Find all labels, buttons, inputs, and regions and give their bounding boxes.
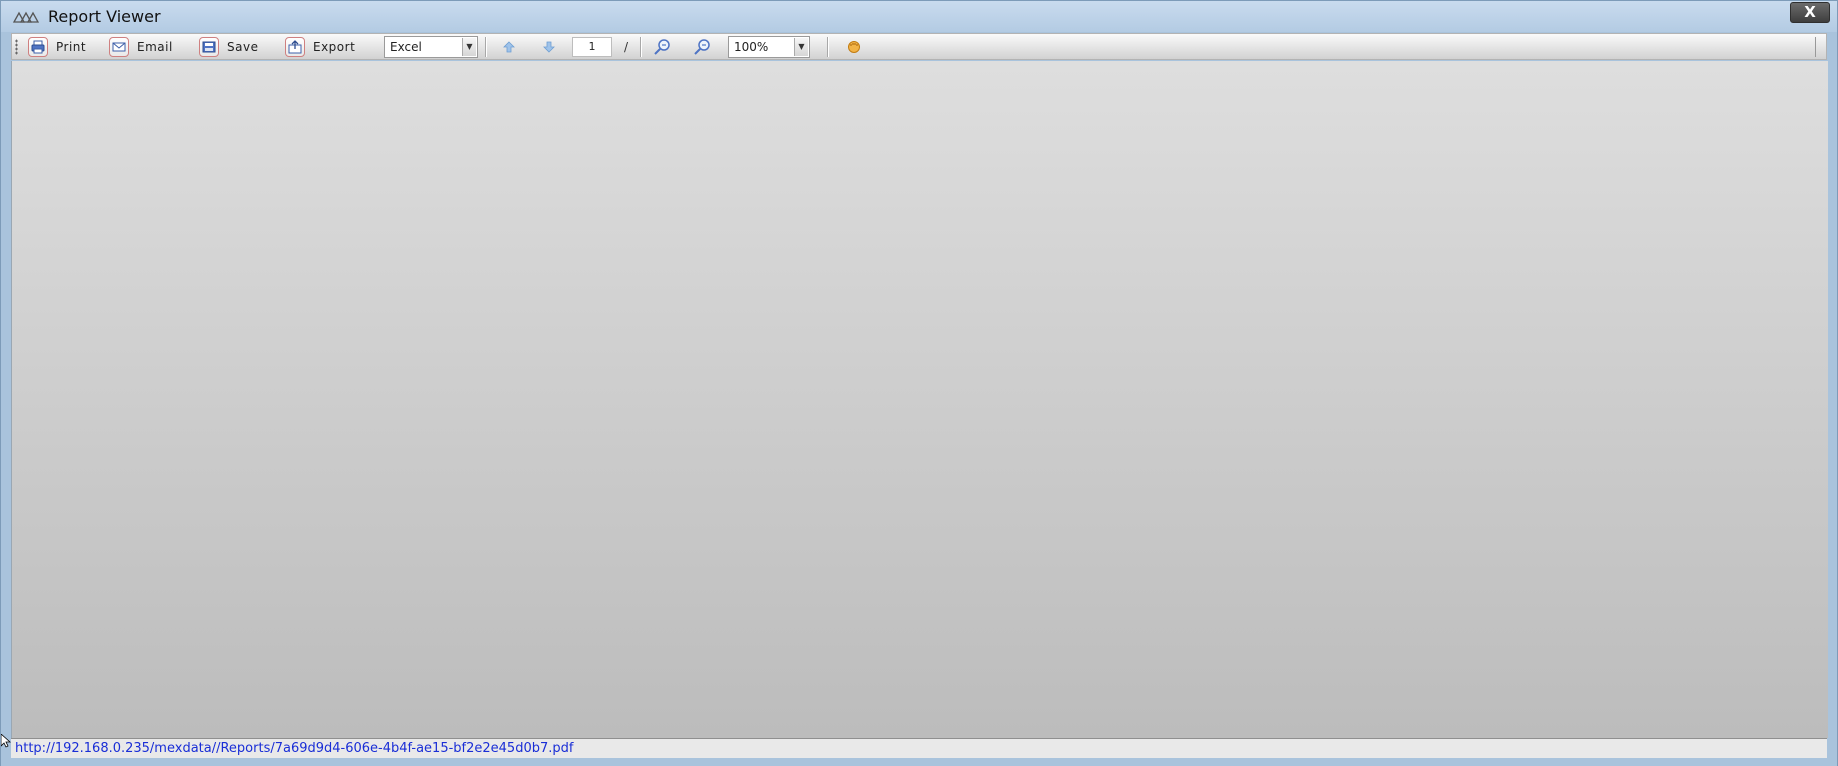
export-format-select[interactable]: Excel ▼ bbox=[384, 36, 478, 58]
pan-button[interactable] bbox=[844, 37, 864, 57]
print-button[interactable]: Print bbox=[28, 36, 86, 58]
page-separator: / bbox=[624, 40, 629, 54]
email-button[interactable]: Email bbox=[109, 36, 173, 58]
next-page-button[interactable] bbox=[539, 37, 559, 57]
export-icon bbox=[285, 37, 305, 57]
zoom-level-value: 100% bbox=[734, 40, 769, 54]
zoom-in-icon bbox=[654, 39, 670, 55]
save-label: Save bbox=[227, 40, 259, 54]
report-viewer-window: Report Viewer X Print Email Save Export … bbox=[0, 0, 1838, 766]
report-url-link[interactable]: http://192.168.0.235/mexdata//Reports/7a… bbox=[15, 741, 573, 756]
zoom-in-button[interactable] bbox=[653, 37, 673, 57]
zoom-select[interactable]: 100% ▼ bbox=[728, 36, 810, 58]
hand-icon bbox=[848, 41, 860, 53]
zoom-out-icon bbox=[694, 39, 710, 55]
printer-icon bbox=[28, 37, 48, 57]
export-format-value: Excel bbox=[390, 40, 422, 54]
page-number-input[interactable]: 1 bbox=[572, 37, 612, 57]
toolbar-separator bbox=[827, 37, 829, 57]
zoom-out-button[interactable] bbox=[693, 37, 713, 57]
report-viewer-icon bbox=[13, 11, 39, 23]
chevron-down-icon[interactable]: ▼ bbox=[462, 38, 476, 56]
status-bar: http://192.168.0.235/mexdata//Reports/7a… bbox=[11, 738, 1827, 758]
toolbar-separator bbox=[640, 37, 642, 57]
export-button[interactable]: Export bbox=[285, 36, 355, 58]
window-title: Report Viewer bbox=[48, 7, 161, 26]
save-icon bbox=[199, 37, 219, 57]
print-label: Print bbox=[56, 40, 87, 54]
toolbar-grip[interactable] bbox=[15, 39, 18, 55]
previous-page-button[interactable] bbox=[499, 37, 519, 57]
save-button[interactable]: Save bbox=[199, 36, 258, 58]
toolbar-overflow-handle[interactable] bbox=[1815, 37, 1824, 57]
mouse-cursor-icon bbox=[1, 734, 11, 748]
envelope-icon bbox=[109, 37, 129, 57]
email-label: Email bbox=[137, 40, 173, 54]
report-toolbar: Print Email Save Export Excel ▼ 1 / 100%… bbox=[11, 33, 1827, 60]
chevron-down-icon[interactable]: ▼ bbox=[794, 38, 808, 56]
title-bar[interactable]: Report Viewer X bbox=[1, 1, 1837, 32]
window-bottom-border bbox=[1, 758, 1837, 766]
toolbar-separator bbox=[485, 37, 487, 57]
export-label: Export bbox=[313, 40, 356, 54]
arrow-down-icon bbox=[543, 41, 555, 53]
arrow-up-icon bbox=[503, 41, 515, 53]
close-button[interactable]: X bbox=[1790, 2, 1830, 23]
report-content-area[interactable] bbox=[11, 61, 1828, 738]
